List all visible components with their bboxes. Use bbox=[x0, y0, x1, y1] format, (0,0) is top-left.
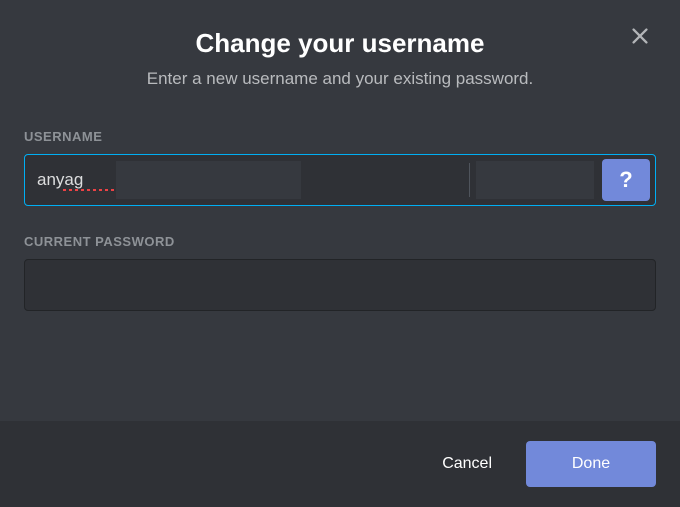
modal-header: Change your username Enter a new usernam… bbox=[0, 0, 680, 99]
password-input[interactable] bbox=[24, 259, 656, 311]
close-icon bbox=[629, 25, 651, 47]
done-button[interactable]: Done bbox=[526, 441, 656, 487]
modal-subtitle: Enter a new username and your existing p… bbox=[20, 69, 660, 89]
cancel-button[interactable]: Cancel bbox=[424, 443, 510, 485]
close-button[interactable] bbox=[626, 22, 654, 50]
change-username-modal: Change your username Enter a new usernam… bbox=[0, 0, 680, 507]
modal-title: Change your username bbox=[20, 28, 660, 59]
redacted-block bbox=[476, 161, 594, 199]
username-field-row: ? bbox=[24, 154, 656, 206]
modal-footer: Cancel Done bbox=[0, 421, 680, 507]
username-input-wrap bbox=[25, 155, 469, 205]
modal-content: USERNAME ? CURRENT PASSWORD bbox=[0, 99, 680, 421]
username-label: USERNAME bbox=[24, 129, 656, 144]
discriminator-wrap[interactable] bbox=[470, 155, 600, 205]
password-label: CURRENT PASSWORD bbox=[24, 234, 656, 249]
question-icon: ? bbox=[619, 167, 632, 193]
redacted-block bbox=[116, 161, 301, 199]
help-button[interactable]: ? bbox=[602, 159, 650, 201]
